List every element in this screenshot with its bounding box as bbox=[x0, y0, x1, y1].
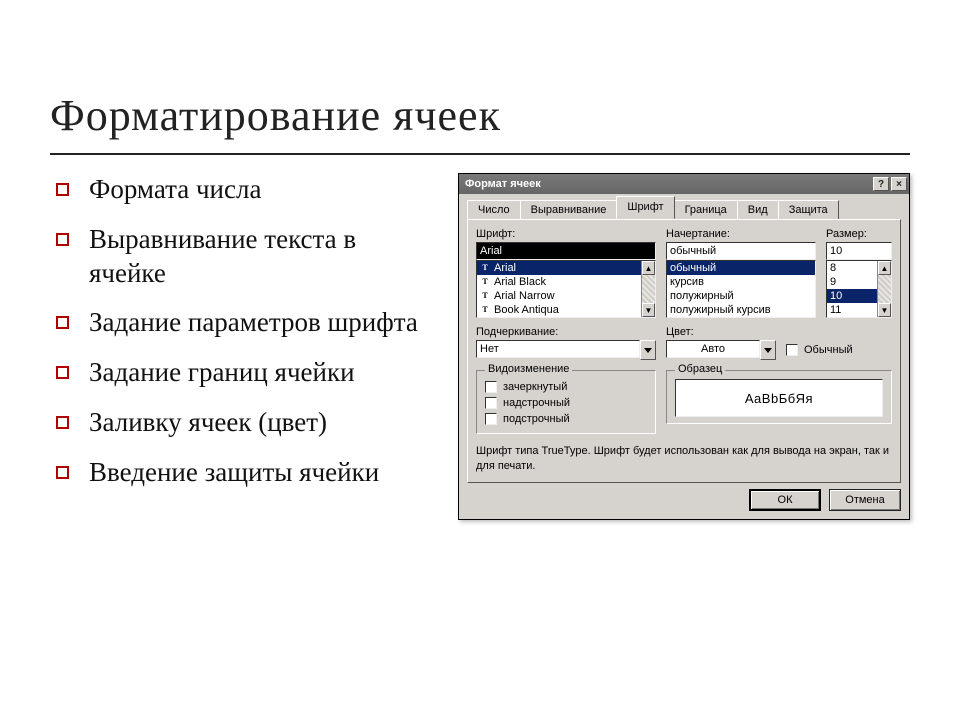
font-option[interactable]: TArial bbox=[477, 261, 655, 275]
sample-preview: AaBbБбЯя bbox=[675, 379, 883, 417]
style-option[interactable]: полужирный bbox=[667, 289, 815, 303]
bullet-icon bbox=[56, 183, 69, 196]
font-option[interactable]: TArial Black bbox=[477, 275, 655, 289]
font-tab-panel: Шрифт: TArial TArial Black TArial Narrow… bbox=[467, 219, 901, 483]
list-item: Заливку ячеек (цвет) bbox=[50, 406, 438, 440]
normal-label: Обычный bbox=[804, 344, 853, 356]
bullet-icon bbox=[56, 416, 69, 429]
tab-fill[interactable]: Вид bbox=[737, 200, 779, 220]
font-label: Шрифт: bbox=[476, 228, 656, 240]
effects-legend: Видоизменение bbox=[485, 363, 572, 375]
tab-font[interactable]: Шрифт bbox=[616, 196, 674, 219]
checkbox-icon bbox=[485, 381, 497, 393]
style-option[interactable]: полужирный курсив bbox=[667, 303, 815, 317]
tab-border[interactable]: Граница bbox=[674, 200, 738, 220]
titlebar[interactable]: Формат ячеек ? × bbox=[459, 174, 909, 194]
tab-alignment[interactable]: Выравнивание bbox=[520, 200, 618, 220]
close-button[interactable]: × bbox=[891, 177, 907, 191]
underline-label: Подчеркивание: bbox=[476, 326, 656, 338]
subscript-checkbox[interactable]: подстрочный bbox=[485, 411, 647, 427]
strike-checkbox[interactable]: зачеркнутый bbox=[485, 379, 647, 395]
list-item: Формата числа bbox=[50, 173, 438, 207]
size-input[interactable] bbox=[826, 242, 892, 260]
dropdown-button[interactable] bbox=[760, 340, 776, 360]
hint-text: Шрифт типа TrueType. Шрифт будет использ… bbox=[476, 444, 892, 474]
checkbox-icon bbox=[485, 413, 497, 425]
sample-legend: Образец bbox=[675, 363, 725, 375]
style-listbox[interactable]: обычный курсив полужирный полужирный кур… bbox=[666, 260, 816, 318]
bullet-icon bbox=[56, 366, 69, 379]
color-combo[interactable] bbox=[666, 340, 776, 360]
checkbox-icon bbox=[485, 397, 497, 409]
list-item: Введение защиты ячейки bbox=[50, 456, 438, 490]
divider bbox=[50, 153, 910, 155]
style-option[interactable]: обычный bbox=[667, 261, 815, 275]
font-option[interactable]: TBook Antiqua bbox=[477, 303, 655, 317]
truetype-icon: T bbox=[480, 305, 490, 315]
dialog-title: Формат ячеек bbox=[465, 178, 541, 190]
dropdown-button[interactable] bbox=[640, 340, 656, 360]
color-label: Цвет: bbox=[666, 326, 776, 338]
chevron-down-icon bbox=[644, 348, 652, 353]
bullet-icon bbox=[56, 316, 69, 329]
truetype-icon: T bbox=[480, 263, 490, 273]
cancel-button[interactable]: Отмена bbox=[829, 489, 901, 511]
truetype-icon: T bbox=[480, 277, 490, 287]
help-button[interactable]: ? bbox=[873, 177, 889, 191]
tab-number[interactable]: Число bbox=[467, 200, 521, 220]
style-option[interactable]: курсив bbox=[667, 275, 815, 289]
scroll-down-button[interactable]: ▼ bbox=[878, 303, 891, 317]
scrollbar[interactable]: ▲ ▼ bbox=[641, 261, 655, 317]
size-label: Размер: bbox=[826, 228, 892, 240]
underline-combo[interactable] bbox=[476, 340, 656, 360]
scroll-up-button[interactable]: ▲ bbox=[642, 261, 655, 275]
size-listbox[interactable]: 8 9 10 11 ▲ ▼ bbox=[826, 260, 892, 318]
color-value[interactable] bbox=[666, 340, 760, 358]
bullet-list: Формата числа Выравнивание текста в ячей… bbox=[50, 173, 438, 505]
slide-title: Форматирование ячеек bbox=[50, 90, 910, 141]
tab-protection[interactable]: Защита bbox=[778, 200, 839, 220]
font-option[interactable]: TArial Narrow bbox=[477, 289, 655, 303]
chevron-down-icon bbox=[764, 348, 772, 353]
sample-group: Образец AaBbБбЯя bbox=[666, 370, 892, 424]
scroll-up-button[interactable]: ▲ bbox=[878, 261, 891, 275]
scroll-down-button[interactable]: ▼ bbox=[642, 303, 655, 317]
ok-button[interactable]: ОК bbox=[749, 489, 821, 511]
tab-bar: Число Выравнивание Шрифт Граница Вид Защ… bbox=[467, 197, 901, 219]
scrollbar[interactable]: ▲ ▼ bbox=[877, 261, 891, 317]
style-label: Начертание: bbox=[666, 228, 816, 240]
superscript-checkbox[interactable]: надстрочный bbox=[485, 395, 647, 411]
normal-checkbox[interactable]: Обычный bbox=[786, 342, 853, 358]
bullet-icon bbox=[56, 466, 69, 479]
format-cells-dialog: Формат ячеек ? × Число Выравнивание Шриф… bbox=[458, 173, 910, 520]
list-item: Задание параметров шрифта bbox=[50, 306, 438, 340]
checkbox-icon bbox=[786, 344, 798, 356]
underline-value[interactable] bbox=[476, 340, 640, 358]
effects-group: Видоизменение зачеркнутый надстрочный по… bbox=[476, 370, 656, 434]
font-input[interactable] bbox=[476, 242, 656, 260]
bullet-icon bbox=[56, 233, 69, 246]
style-input[interactable] bbox=[666, 242, 816, 260]
list-item: Задание границ ячейки bbox=[50, 356, 438, 390]
font-listbox[interactable]: TArial TArial Black TArial Narrow TBook … bbox=[476, 260, 656, 318]
list-item: Выравнивание текста в ячейке bbox=[50, 223, 438, 291]
truetype-icon: T bbox=[480, 291, 490, 301]
